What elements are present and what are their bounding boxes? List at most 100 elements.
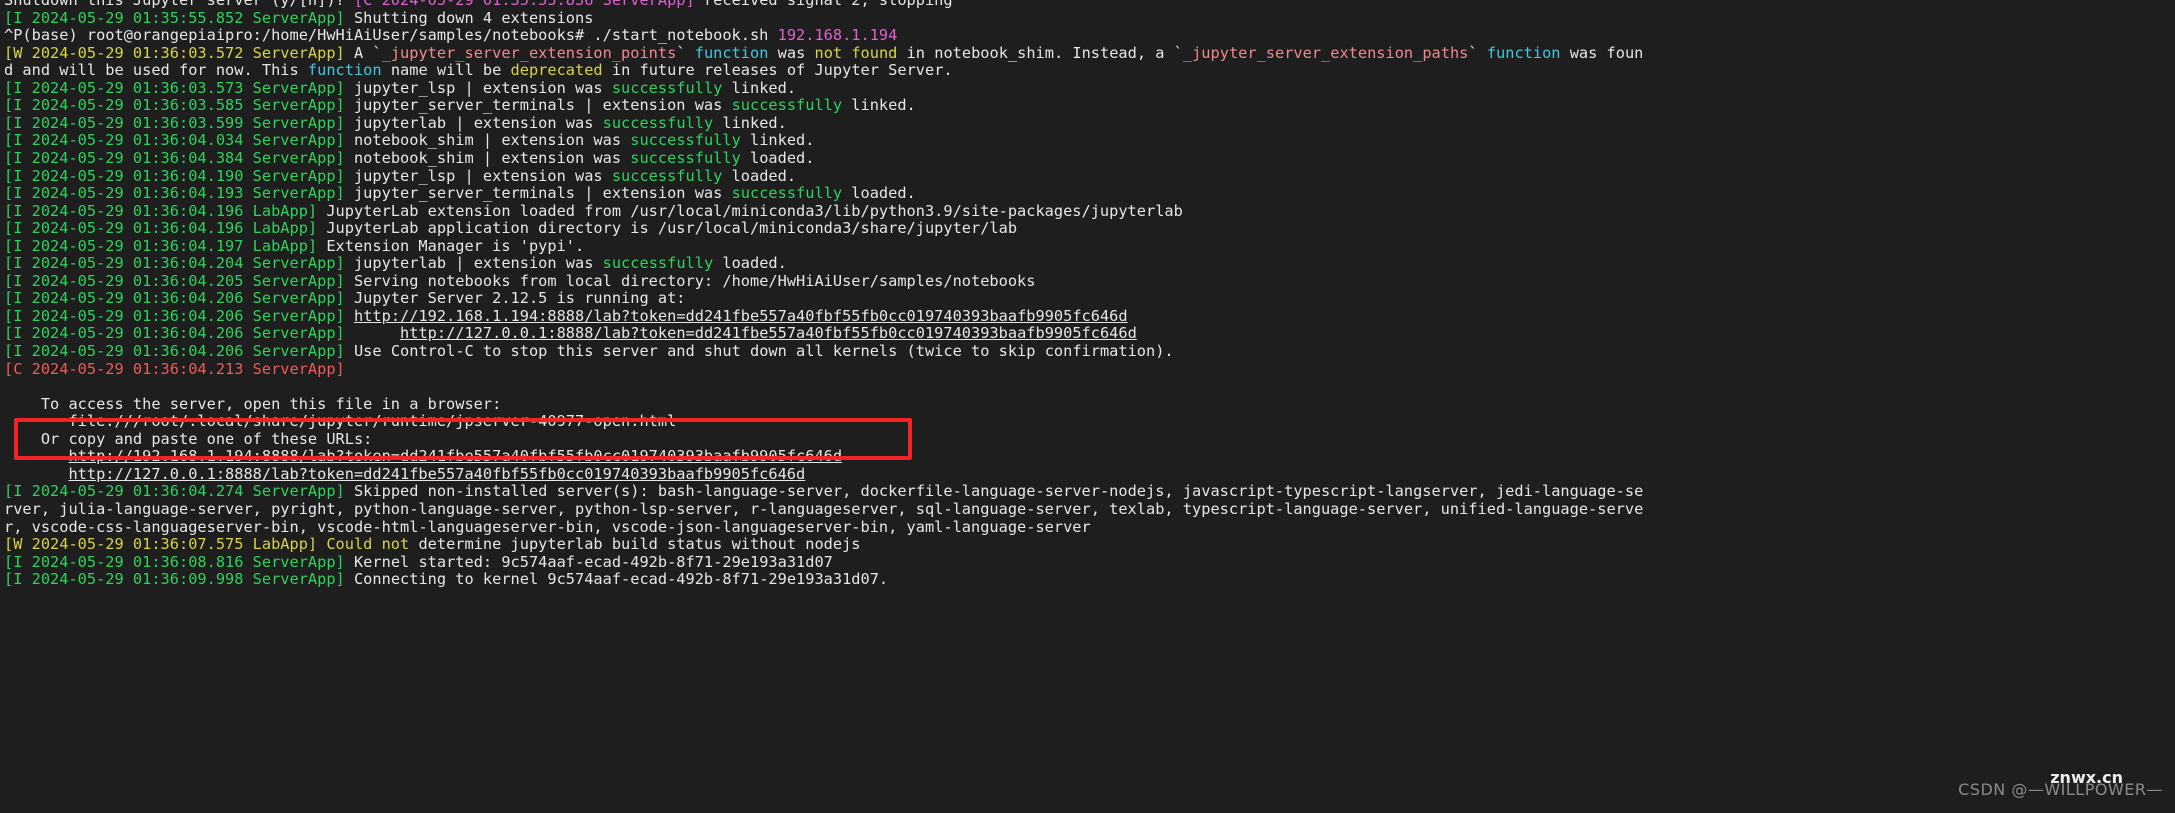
terminal-url[interactable]: http://192.168.1.194:8888/lab?token=dd24… (68, 447, 842, 466)
terminal-line: d and will be used for now. This functio… (4, 61, 953, 80)
terminal-line: [I 2024-05-29 01:36:03.599 ServerApp] ju… (4, 113, 787, 133)
terminal-text: Use Control-C to stop this server and sh… (344, 342, 1174, 360)
terminal-text: linked. (740, 131, 815, 150)
terminal-text: Extension Manager is 'pypi'. (317, 236, 585, 255)
terminal-line: [I 2024-05-29 01:36:04.196 LabApp] Jupyt… (4, 219, 1018, 238)
terminal-text: _jupyter_server_extension_points (381, 43, 677, 62)
terminal-line: To access the server, open this file in … (4, 395, 502, 414)
terminal-line: [I 2024-05-29 01:36:03.573 ServerApp] ju… (4, 78, 797, 98)
terminal-text: jupyter_server_terminals | extension was (344, 96, 732, 115)
terminal-line: [I 2024-05-29 01:36:04.206 ServerApp] Ju… (4, 290, 686, 308)
terminal-text: linked. (722, 78, 797, 97)
terminal-line: [I 2024-05-29 01:36:04.274 ServerApp] Sk… (4, 483, 1643, 501)
terminal-text: Serving notebooks from local directory: … (344, 271, 1036, 290)
terminal-text: [I 2024-05-29 01:36:04.196 LabApp] (4, 219, 318, 238)
terminal-text: [I 2024-05-29 01:36:04.384 ServerApp] (4, 148, 345, 167)
terminal-text: successfully (602, 113, 714, 132)
site-watermark: znwx.cn (2050, 768, 2123, 787)
terminal-text: Kernel started: 9c574aaf-ecad-492b-8f71-… (344, 552, 833, 571)
terminal-line: [I 2024-05-29 01:35:55.852 ServerApp] Sh… (4, 9, 593, 28)
terminal-line: Or copy and paste one of these URLs: (4, 429, 373, 449)
terminal-text: jupyter_lsp | extension was (344, 166, 612, 185)
terminal-text: [I 2024-05-29 01:36:04.196 LabApp] (4, 201, 318, 220)
terminal-text: in notebook_shim. Instead, a ` (897, 43, 1183, 62)
terminal-text: [I 2024-05-29 01:36:04.205 ServerApp] (4, 271, 345, 290)
terminal-text: [I 2024-05-29 01:36:04.034 ServerApp] (4, 131, 345, 150)
terminal-text: successfully (611, 78, 723, 97)
terminal-text: function (1486, 43, 1561, 62)
terminal-line: rver, julia-language-server, pyright, py… (4, 499, 1644, 519)
terminal-line: [I 2024-05-29 01:36:04.206 ServerApp] ht… (4, 307, 1128, 326)
terminal-line: [I 2024-05-29 01:36:04.193 ServerApp] ju… (4, 184, 916, 203)
terminal-text: was foun (1560, 43, 1644, 62)
terminal-text: 192.168.1.194 (777, 26, 898, 45)
terminal-text: rver, julia-language-server, pyright, py… (4, 499, 1644, 518)
terminal-text: [I 2024-05-29 01:36:03.599 ServerApp] (4, 113, 345, 132)
terminal-text: notebook_shim | extension was (344, 131, 631, 150)
terminal-text: Could not (326, 535, 410, 554)
terminal-url[interactable]: http://127.0.0.1:8888/lab?token=dd241fbe… (68, 465, 805, 483)
terminal-line: [I 2024-05-29 01:36:04.384 ServerApp] no… (4, 148, 815, 168)
terminal-text: Connecting to kernel 9c574aaf-ecad-492b-… (344, 570, 889, 589)
terminal-line: [I 2024-05-29 01:36:04.204 ServerApp] ju… (4, 254, 787, 273)
terminal-text: [I 2024-05-29 01:36:04.274 ServerApp] (4, 482, 345, 501)
terminal-text: [I 2024-05-29 01:36:04.204 ServerApp] (4, 254, 345, 273)
terminal-text: successfully (630, 148, 741, 167)
terminal-text: name will be (381, 61, 511, 80)
terminal-line: [I 2024-05-29 01:36:04.196 LabApp] Jupyt… (4, 201, 1183, 221)
terminal-text: was (768, 43, 815, 62)
terminal-line: [I 2024-05-29 01:36:03.585 ServerApp] ju… (4, 97, 916, 115)
terminal-text: jupyterlab | extension was (344, 113, 603, 132)
terminal-text: d and will be used for now. This (4, 61, 308, 80)
terminal-text: determine jupyterlab build status withou… (409, 535, 861, 554)
terminal-text: successfully (731, 96, 843, 115)
terminal-line: [W 2024-05-29 01:36:03.572 ServerApp] A … (4, 43, 1644, 63)
terminal-text: jupyter_lsp | extension was (344, 78, 612, 97)
terminal-text: JupyterLab application directory is /usr… (317, 219, 1018, 238)
terminal-text: jupyterlab | extension was (344, 254, 603, 273)
terminal-text: successfully (602, 254, 714, 273)
terminal-text: function (307, 61, 382, 80)
terminal-text: [W 2024-05-29 01:36:03.572 ServerApp] (4, 43, 345, 62)
terminal-line: [I 2024-05-29 01:36:04.034 ServerApp] no… (4, 132, 814, 150)
terminal-line: file:///root/.local/share/jupyter/runtim… (4, 412, 676, 431)
terminal-text: loaded. (713, 254, 787, 273)
terminal-url[interactable]: http://192.168.1.194:8888/lab?token=dd24… (354, 307, 1128, 325)
terminal-line: ^P(base) root@orangepiaipro:/home/HwHiAi… (4, 26, 898, 45)
terminal-text: successfully (731, 184, 843, 203)
terminal-text: deprecated (510, 61, 603, 80)
terminal-text: [I 2024-05-29 01:36:03.585 ServerApp] (4, 96, 345, 115)
terminal-text: function (694, 43, 769, 62)
terminal-line: [W 2024-05-29 01:36:07.575 LabApp] Could… (4, 535, 861, 554)
terminal-text: JupyterLab extension loaded from /usr/lo… (317, 201, 1183, 220)
terminal-text: [I 2024-05-29 01:36:04.193 ServerApp] (4, 184, 345, 203)
terminal-text: [I 2024-05-29 01:36:04.206 ServerApp] (4, 324, 345, 343)
terminal-line: [C 2024-05-29 01:36:04.213 ServerApp] (4, 360, 345, 379)
terminal-text: linked. (713, 113, 787, 132)
terminal-text: linked. (842, 96, 916, 115)
terminal-text: loaded. (740, 148, 815, 167)
terminal-line: http://192.168.1.194:8888/lab?token=dd24… (4, 448, 842, 466)
terminal-line: [I 2024-05-29 01:36:09.998 ServerApp] Co… (4, 570, 889, 589)
terminal-text: loaded. (842, 184, 916, 203)
terminal-text: successfully (630, 131, 741, 150)
terminal-url[interactable]: http://127.0.0.1:8888/lab?token=dd241fbe… (400, 324, 1137, 343)
terminal-text: not found (814, 43, 898, 62)
terminal-text: jupyter_server_terminals | extension was (344, 184, 732, 203)
terminal-text: Or copy and paste one of these URLs: (4, 429, 373, 448)
terminal-text: in future releases of Jupyter Server. (602, 61, 953, 80)
terminal-window[interactable]: Shutdown this Jupyter server (y/[n])? [C… (0, 0, 2175, 813)
terminal-line: [I 2024-05-29 01:36:08.816 ServerApp] Ke… (4, 552, 833, 572)
terminal-line: r, vscode-css-languageserver-bin, vscode… (4, 517, 1091, 537)
terminal-text: Skipped non-installed server(s): bash-la… (344, 482, 1644, 501)
terminal-text: [I 2024-05-29 01:36:04.197 LabApp] (4, 236, 318, 255)
terminal-text: r, vscode-css-languageserver-bin, vscode… (4, 517, 1091, 536)
terminal-text: _jupyter_server_extension_paths (1182, 43, 1469, 62)
terminal-text: [I 2024-05-29 01:36:09.998 ServerApp] (4, 570, 345, 589)
terminal-line: [I 2024-05-29 01:36:04.206 ServerApp] Us… (4, 342, 1174, 361)
